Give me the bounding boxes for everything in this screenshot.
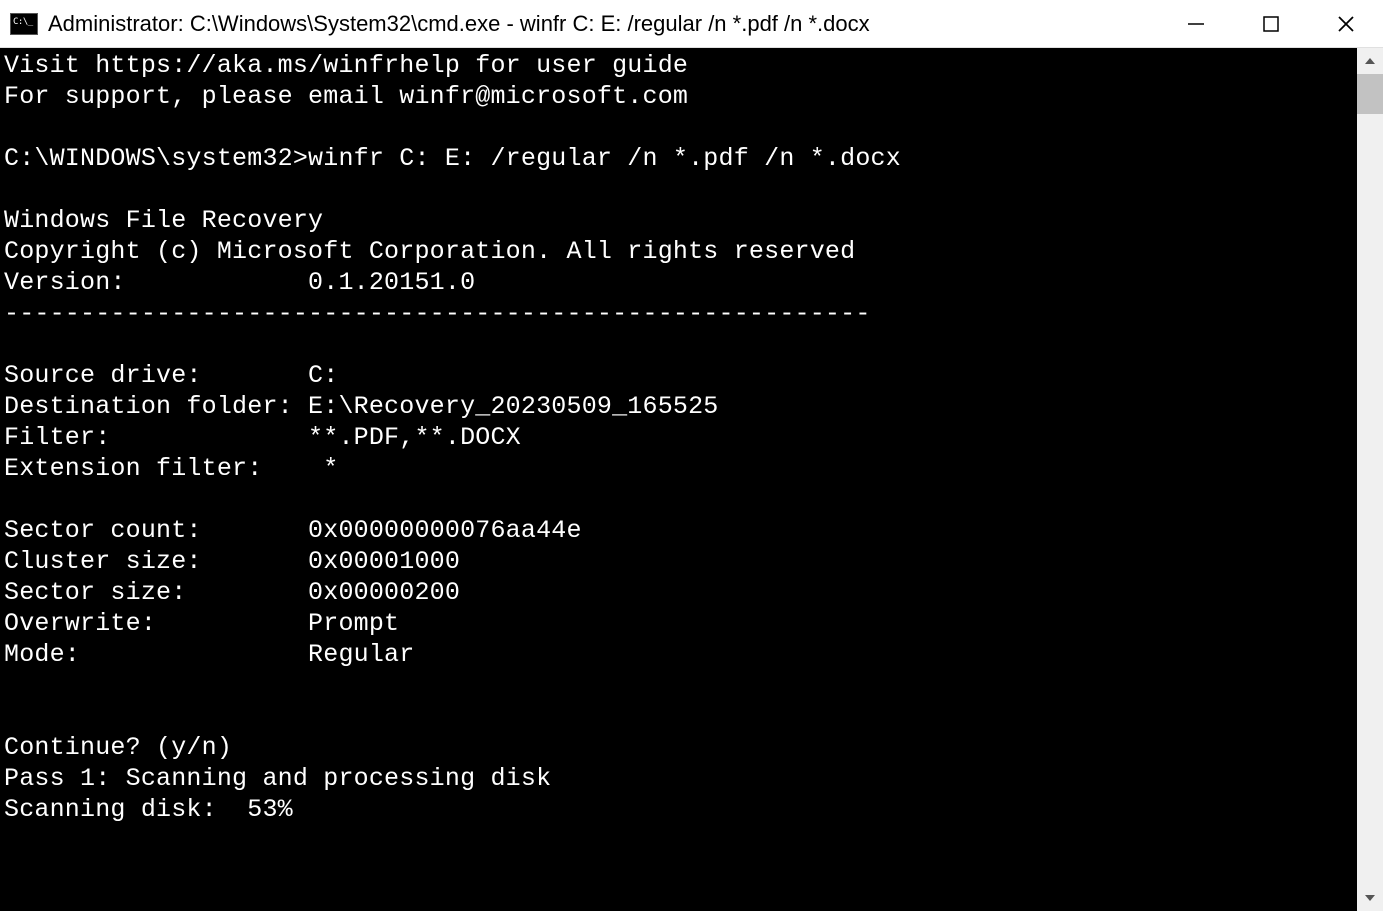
- minimize-button[interactable]: [1158, 0, 1233, 47]
- maximize-button[interactable]: [1233, 0, 1308, 47]
- maximize-icon: [1262, 15, 1280, 33]
- close-button[interactable]: [1308, 0, 1383, 47]
- scrollbar-thumb[interactable]: [1357, 74, 1383, 114]
- titlebar: Administrator: C:\Windows\System32\cmd.e…: [0, 0, 1383, 48]
- minimize-icon: [1186, 14, 1206, 34]
- scrollbar[interactable]: [1357, 48, 1383, 911]
- terminal-area: Visit https://aka.ms/winfrhelp for user …: [0, 48, 1383, 911]
- window-title: Administrator: C:\Windows\System32\cmd.e…: [48, 11, 870, 37]
- cmd-icon: [10, 13, 38, 35]
- scroll-up-button[interactable]: [1357, 48, 1383, 74]
- chevron-up-icon: [1364, 55, 1376, 67]
- scrollbar-track[interactable]: [1357, 74, 1383, 885]
- terminal-output[interactable]: Visit https://aka.ms/winfrhelp for user …: [0, 48, 1357, 911]
- chevron-down-icon: [1364, 892, 1376, 904]
- scroll-down-button[interactable]: [1357, 885, 1383, 911]
- window-controls: [1158, 0, 1383, 47]
- close-icon: [1336, 14, 1356, 34]
